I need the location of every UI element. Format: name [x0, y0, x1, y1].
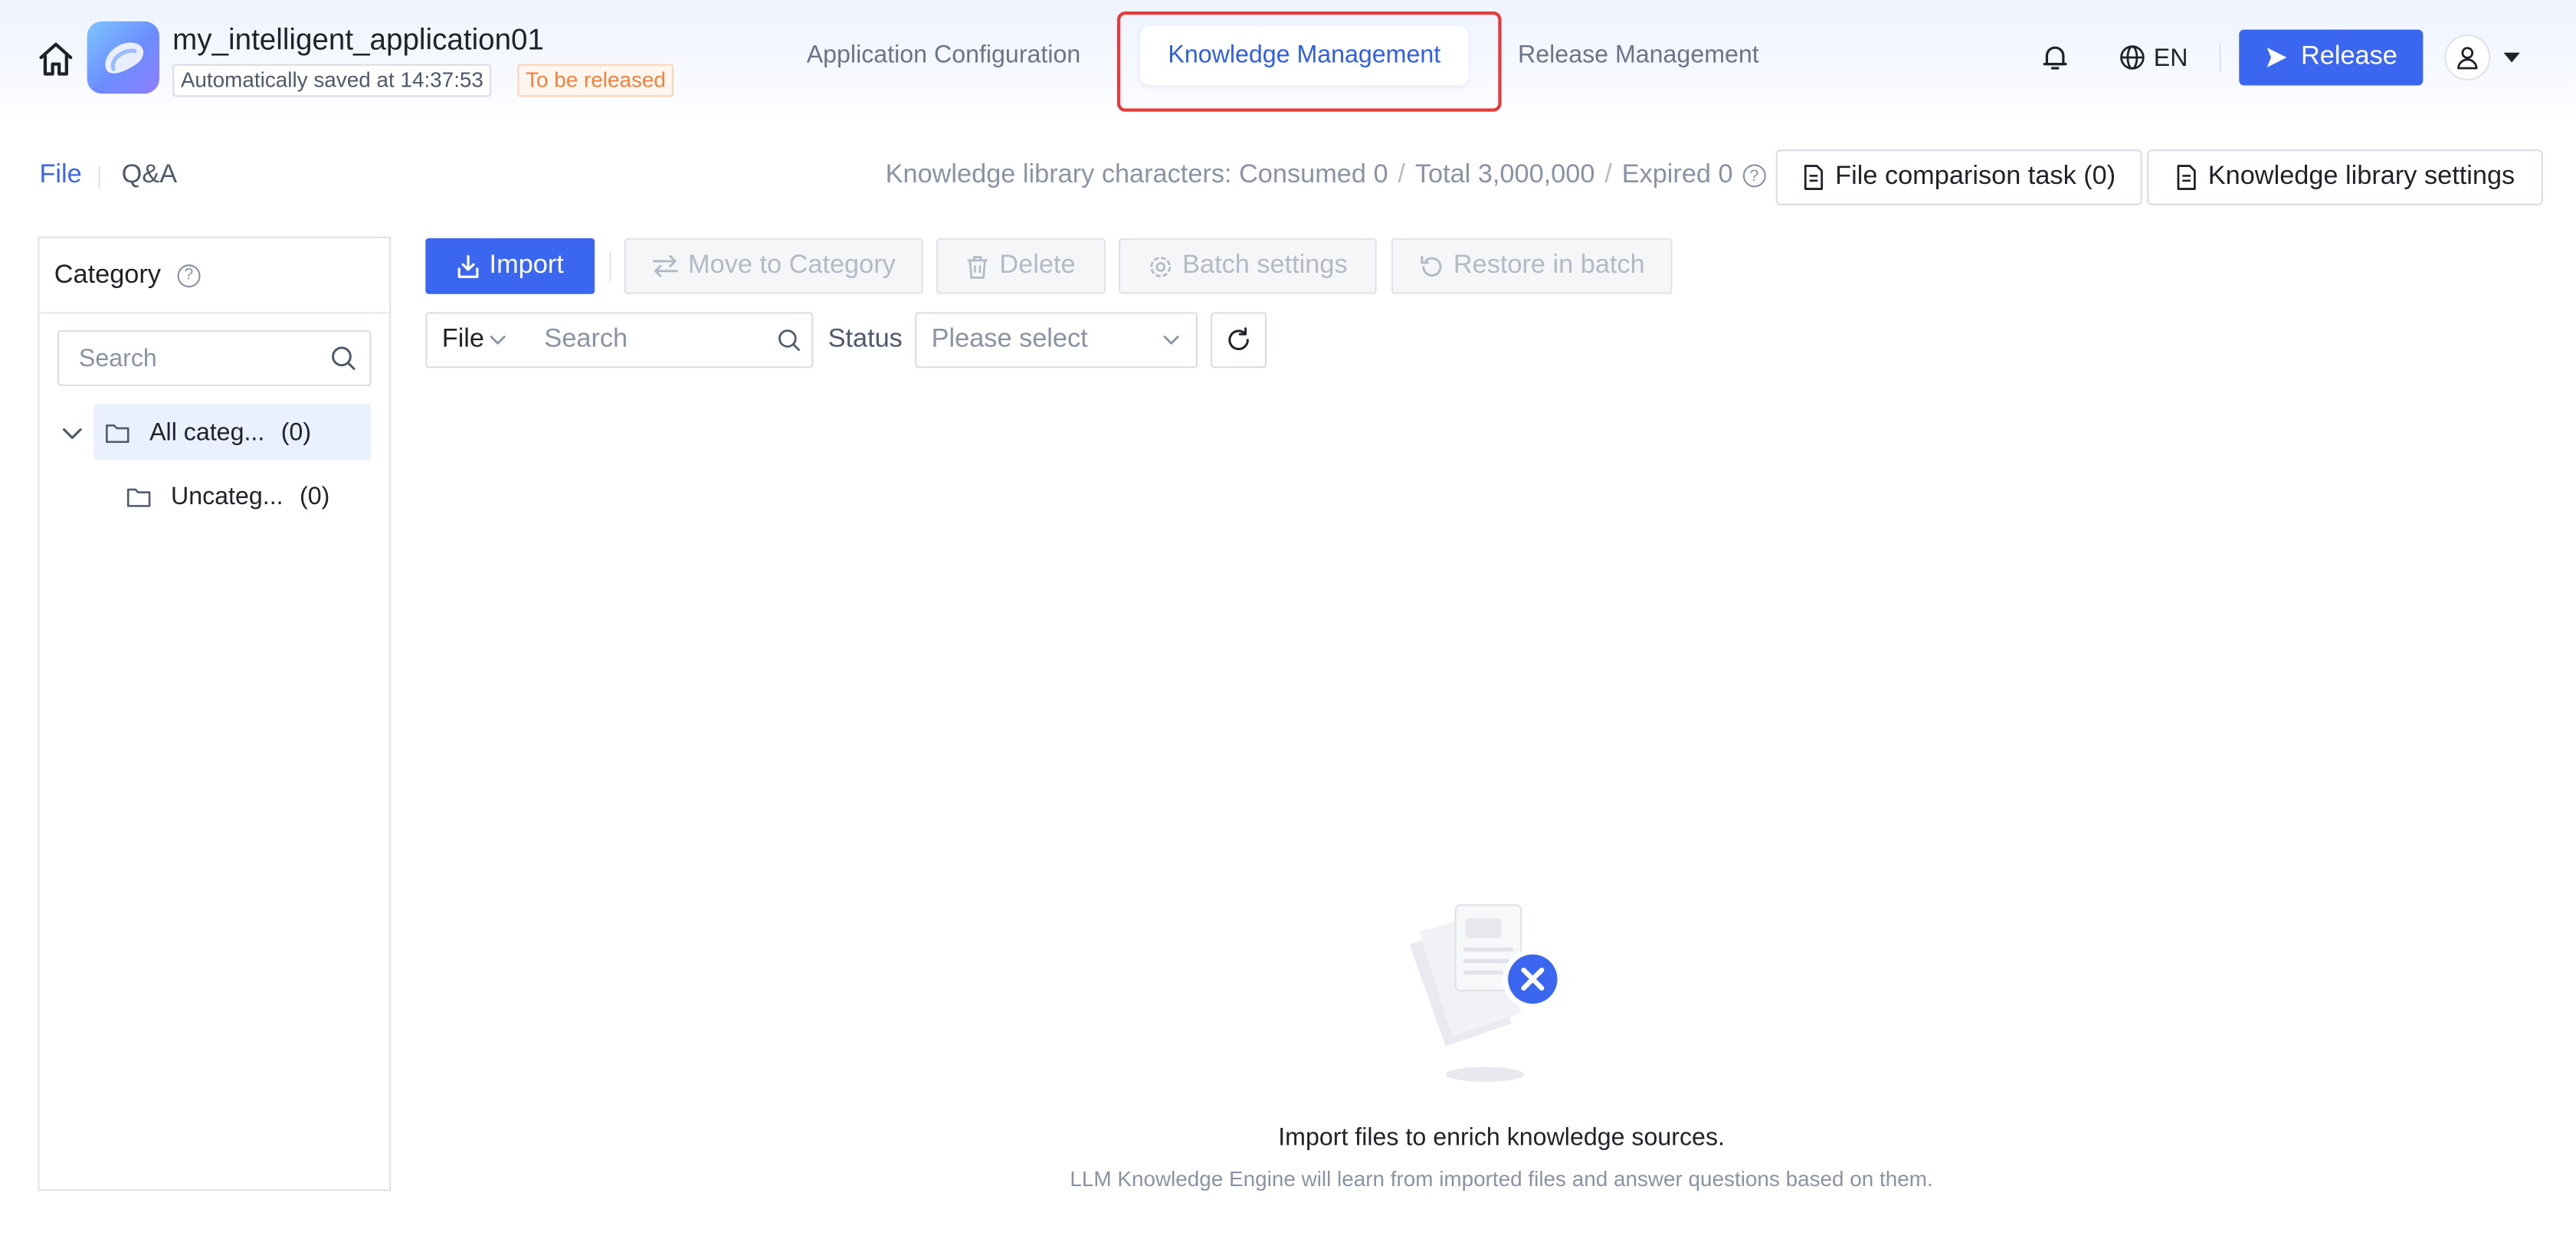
tree-item-all-categories[interactable]: All categ... (0) — [93, 404, 372, 460]
toolbar-divider — [609, 251, 611, 281]
language-switcher[interactable]: EN — [2119, 39, 2188, 75]
help-icon[interactable]: ? — [177, 264, 201, 287]
category-panel: Category ? All categ... (0) Uncateg... — [38, 236, 392, 1191]
move-to-category-label: Move to Category — [688, 251, 896, 280]
swap-icon — [652, 254, 678, 277]
tree-item-label: Uncateg... — [170, 482, 283, 510]
gear-icon — [1149, 255, 1171, 277]
folder-icon — [126, 487, 151, 506]
search-type-value: File — [441, 325, 485, 353]
user-menu[interactable] — [2444, 33, 2536, 82]
category-search — [57, 329, 372, 386]
file-search-input[interactable] — [541, 323, 778, 357]
home-icon[interactable] — [36, 39, 75, 78]
knowledge-library-settings-button[interactable]: Knowledge library settings — [2147, 149, 2543, 205]
refresh-button[interactable] — [1211, 312, 1267, 369]
category-title: Category — [54, 260, 161, 289]
subtab-file[interactable]: File — [39, 161, 81, 191]
usage-total: Total 3,000,000 — [1414, 161, 1595, 189]
batch-settings-label: Batch settings — [1182, 251, 1348, 280]
chevron-down-icon — [1163, 336, 1179, 345]
document-icon — [2177, 165, 2197, 190]
release-status-badge: To be released — [517, 64, 674, 97]
chevron-down-icon[interactable] — [61, 422, 84, 445]
tab-application-configuration[interactable]: Application Configuration — [807, 26, 1081, 85]
delete-button[interactable]: Delete — [936, 238, 1106, 294]
highlight-box — [1116, 11, 1502, 112]
search-type-select[interactable]: File — [427, 326, 519, 356]
move-to-category-button[interactable]: Move to Category — [624, 238, 923, 294]
subtab-divider — [98, 166, 100, 189]
search-icon[interactable] — [778, 327, 801, 353]
status-select-placeholder: Please select — [931, 325, 1088, 353]
knowledge-library-settings-label: Knowledge library settings — [2207, 162, 2515, 191]
empty-state-title: Import files to enrich knowledge sources… — [1278, 1123, 1725, 1152]
restore-in-batch-button[interactable]: Restore in batch — [1391, 238, 1673, 294]
search-icon[interactable] — [330, 345, 356, 371]
top-header: my_intelligent_application01 Automatical… — [0, 0, 2576, 125]
release-button-label: Release — [2300, 42, 2397, 71]
app-logo-icon — [105, 42, 144, 74]
import-icon — [457, 254, 479, 277]
delete-label: Delete — [999, 251, 1076, 280]
tree-item-count: (0) — [300, 482, 330, 510]
tree-item-count: (0) — [280, 418, 312, 447]
import-button-label: Import — [489, 251, 564, 280]
help-icon[interactable]: ? — [1742, 164, 1766, 188]
tree-item-uncategorized[interactable]: Uncateg... (0) — [115, 468, 371, 524]
caret-down-icon — [2503, 52, 2520, 63]
file-search-box: File — [425, 312, 814, 369]
header-divider — [2219, 42, 2221, 73]
user-icon — [2457, 47, 2478, 70]
empty-state-description: LLM Knowledge Engine will learn from imp… — [1070, 1166, 1933, 1191]
status-select[interactable]: Please select — [915, 312, 1198, 369]
tab-release-management[interactable]: Release Management — [1518, 26, 1759, 85]
avatar — [2444, 34, 2491, 81]
trash-icon — [968, 255, 988, 278]
usage-consumed: Knowledge library characters: Consumed 0 — [885, 161, 1388, 189]
refresh-icon — [1228, 327, 1249, 350]
restore-icon — [1420, 254, 1441, 276]
release-button[interactable]: Release — [2239, 29, 2424, 86]
file-comparison-task-button[interactable]: File comparison task (0) — [1775, 149, 2142, 205]
category-header: Category ? — [39, 238, 390, 314]
chevron-down-icon — [490, 336, 506, 345]
tree-item-label: All categ... — [149, 418, 265, 447]
empty-files-illustration-icon — [1409, 904, 1563, 1082]
autosave-status: Automatically saved at 14:37:53 — [172, 64, 492, 97]
usage-separator: / — [1398, 161, 1405, 189]
globe-icon — [2120, 45, 2145, 70]
app-name: my_intelligent_application01 — [172, 23, 544, 56]
import-button[interactable]: Import — [425, 238, 595, 294]
status-label: Status — [828, 325, 903, 353]
send-icon — [2266, 48, 2286, 67]
file-comparison-task-label: File comparison task (0) — [1835, 162, 2116, 191]
character-usage: Knowledge library characters: Consumed 0… — [886, 161, 1766, 191]
batch-settings-button[interactable]: Batch settings — [1119, 238, 1377, 294]
folder-icon — [106, 423, 129, 442]
restore-in-batch-label: Restore in batch — [1453, 251, 1645, 280]
knowledge-management-page: my_intelligent_application01 Automatical… — [0, 0, 2576, 1252]
app-logo — [87, 21, 159, 94]
language-label: EN — [2153, 43, 2188, 72]
document-icon — [1804, 165, 1824, 190]
subtab-qa[interactable]: Q&A — [122, 161, 177, 191]
usage-separator: / — [1604, 161, 1612, 189]
bell-icon[interactable] — [2040, 43, 2070, 73]
category-search-input[interactable] — [75, 342, 313, 374]
usage-expired: Expired 0 — [1621, 161, 1733, 189]
